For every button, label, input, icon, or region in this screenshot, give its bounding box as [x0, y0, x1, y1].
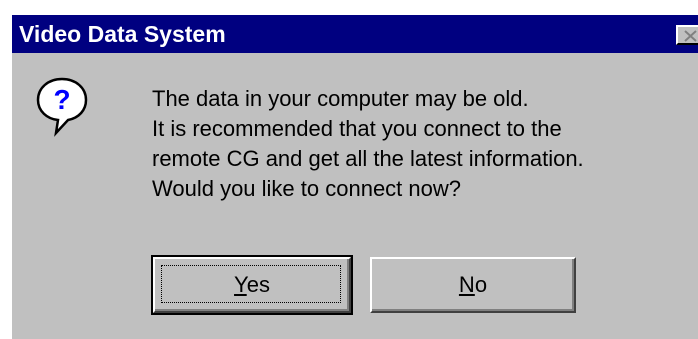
message-line: The data in your computer may be old. — [152, 86, 529, 111]
yes-label-rest: es — [246, 272, 270, 297]
page: Video Data System ? The data in your com… — [0, 0, 698, 339]
title-bar[interactable]: Video Data System — [12, 15, 698, 53]
yes-button[interactable]: Yes — [151, 255, 353, 315]
message-line: Would you like to connect now? — [152, 176, 461, 201]
question-glyph: ? — [53, 84, 70, 115]
message-line: It is recommended that you connect to th… — [152, 116, 562, 141]
message-text: The data in your computer may be old. It… — [152, 84, 692, 204]
message-dialog: Video Data System ? The data in your com… — [12, 15, 698, 339]
yes-accelerator: Y — [234, 272, 247, 297]
yes-button-label: Yes — [155, 272, 349, 298]
question-icon: ? — [34, 75, 90, 141]
window-title: Video Data System — [19, 21, 226, 47]
no-button-label: No — [372, 272, 574, 298]
message-line: remote CG and get all the latest informa… — [152, 146, 584, 171]
no-accelerator: N — [458, 272, 475, 297]
close-icon — [684, 30, 697, 42]
close-button[interactable] — [676, 25, 698, 45]
no-button[interactable]: No — [370, 257, 576, 313]
no-label-rest: o — [474, 272, 488, 297]
